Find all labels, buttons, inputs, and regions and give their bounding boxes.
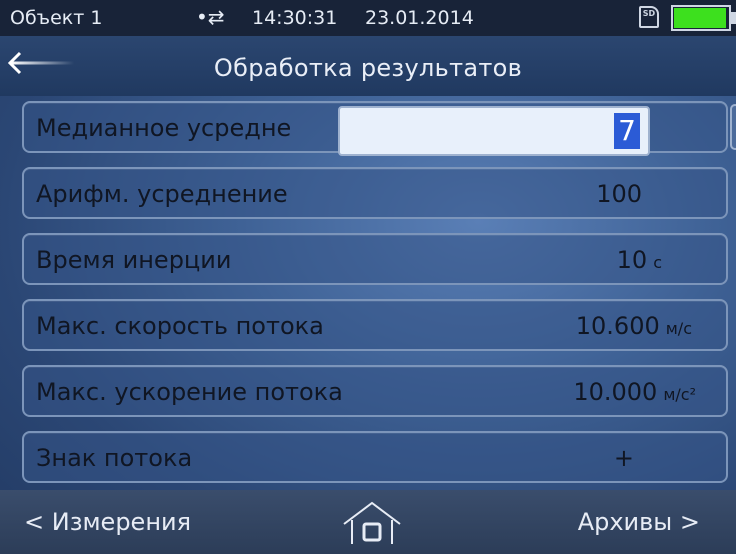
battery-icon [671,5,731,31]
value-number: 100 [596,180,642,208]
battery-level [674,8,726,28]
value-number: + [613,444,634,472]
sd-card-icon: SD [639,6,659,28]
setting-label: Медианное усредне [36,114,292,142]
setting-label: Знак потока [36,444,193,472]
value-unit: м/с² [663,385,696,404]
page-title: Обработка результатов [213,54,523,82]
screen: Объект 1 •⇄ 14:30:31 23.01.2014 SD Обраб… [0,0,736,554]
archives-button[interactable]: Архивы > [578,508,700,536]
setting-row-flow-sign[interactable]: Знак потока + [22,431,728,483]
title-bar: Обработка результатов [0,36,736,96]
setting-row-max-flow-speed[interactable]: Макс. скорость потока 10.600 м/с [22,299,728,351]
usb-icon: •⇄ [196,5,225,29]
input-side-handle[interactable] [730,104,736,150]
bottom-navigation: < Измерения Архивы > [0,490,736,554]
status-time: 14:30:31 [252,7,338,29]
selected-value: 7 [614,113,640,149]
measurements-button[interactable]: < Измерения [24,508,191,536]
status-bar: Объект 1 •⇄ 14:30:31 23.01.2014 SD [0,0,736,36]
setting-row-max-flow-acceleration[interactable]: Макс. ускорение потока 10.000 м/с² [22,365,728,417]
median-value-input[interactable]: 7 [338,106,650,156]
setting-row-inertia-time[interactable]: Время инерции 10 с [22,233,728,285]
setting-value: + [614,444,634,472]
setting-row-arithmetic-averaging[interactable]: Арифм. усреднение 100 [22,167,728,219]
status-date: 23.01.2014 [365,7,474,29]
setting-label: Макс. скорость потока [36,312,324,340]
setting-value: 100 [596,180,642,208]
value-unit: с [653,253,662,272]
home-icon[interactable] [338,500,406,546]
setting-value: 10.000 м/с² [573,378,696,406]
setting-value: 10 с [617,246,662,274]
value-number: 10.000 [573,378,658,406]
object-name: Объект 1 [10,7,103,29]
setting-value: 10.600 м/с [576,312,692,340]
value-number: 10.600 [575,312,660,340]
setting-label: Арифм. усреднение [36,180,288,208]
value-unit: м/с [665,319,692,338]
value-number: 10 [616,246,648,274]
battery-tip [731,12,736,24]
setting-label: Макс. ускорение потока [36,378,343,406]
setting-label: Время инерции [36,246,232,274]
